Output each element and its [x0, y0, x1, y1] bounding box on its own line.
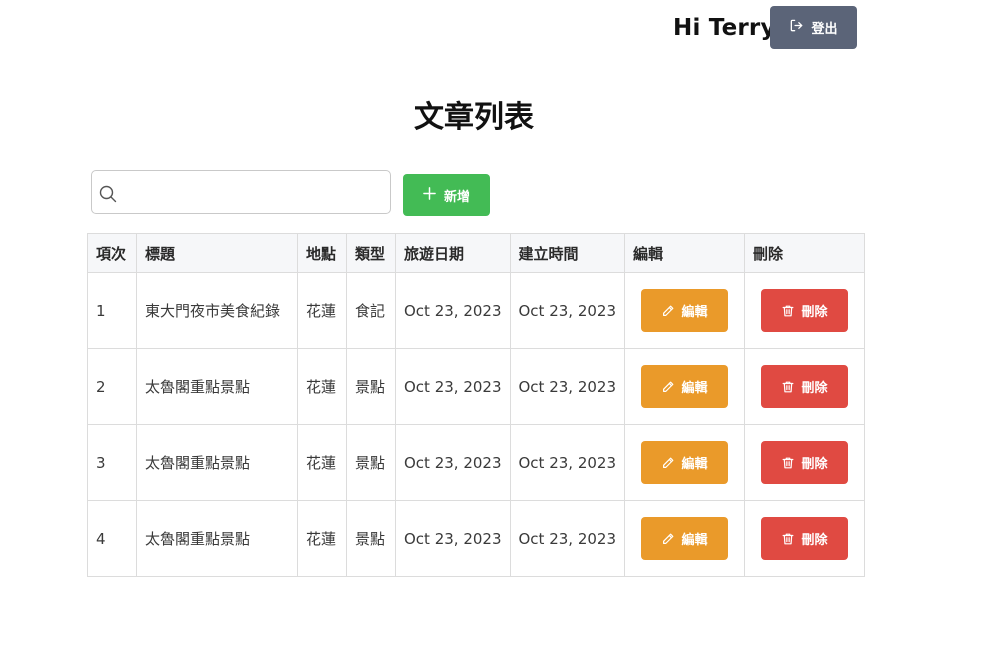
table-row: 4 太魯閣重點景點 花蓮 景點 Oct 23, 2023 Oct 23, 202…: [87, 500, 865, 577]
cell-travel-date: Oct 23, 2023: [395, 272, 511, 349]
delete-button[interactable]: 刪除: [761, 517, 848, 560]
edit-button[interactable]: 編輯: [641, 441, 728, 484]
edit-label: 編輯: [681, 305, 708, 320]
add-article-button[interactable]: 新增: [403, 174, 490, 216]
delete-button[interactable]: 刪除: [761, 289, 848, 332]
delete-label: 刪除: [801, 381, 828, 396]
plus-icon: [423, 186, 436, 204]
edit-button[interactable]: 編輯: [641, 365, 728, 408]
delete-label: 刪除: [801, 457, 828, 472]
table-row: 1 東大門夜市美食紀錄 花蓮 食記 Oct 23, 2023 Oct 23, 2…: [87, 272, 865, 349]
search-icon: [99, 185, 117, 203]
cell-location: 花蓮: [297, 424, 347, 501]
pencil-icon: [661, 304, 675, 318]
table-row: 2 太魯閣重點景點 花蓮 景點 Oct 23, 2023 Oct 23, 202…: [87, 348, 865, 425]
add-label: 新增: [443, 189, 470, 205]
articles-table: 項次 標題 地點 類型 旅遊日期 建立時間 編輯 刪除 1 東大門夜市美食紀錄 …: [87, 233, 865, 577]
pencil-icon: [661, 456, 675, 470]
cell-created-at: Oct 23, 2023: [509, 348, 625, 425]
trash-icon: [781, 304, 795, 318]
logout-icon: [789, 18, 804, 37]
page: Hi Terry 登出 文章列表 新增 項次 標題 地點 類型 旅遊日期 建立時…: [0, 0, 987, 668]
cell-created-at: Oct 23, 2023: [509, 500, 625, 577]
cell-index: 3: [87, 424, 137, 501]
cell-title: 太魯閣重點景點: [136, 500, 298, 577]
header-type: 類型: [346, 233, 396, 273]
search-box[interactable]: [91, 170, 391, 215]
cell-location: 花蓮: [297, 272, 347, 349]
cell-index: 4: [87, 500, 137, 577]
cell-type: 景點: [346, 500, 396, 577]
header-location: 地點: [297, 233, 347, 273]
delete-label: 刪除: [801, 305, 828, 320]
cell-location: 花蓮: [297, 348, 347, 425]
page-title: 文章列表: [414, 100, 534, 135]
cell-type: 食記: [346, 272, 396, 349]
cell-edit: 編輯: [624, 500, 745, 577]
cell-delete: 刪除: [744, 500, 865, 577]
trash-icon: [781, 456, 795, 470]
edit-button[interactable]: 編輯: [641, 517, 728, 560]
pencil-icon: [661, 380, 675, 394]
delete-label: 刪除: [801, 533, 828, 548]
cell-delete: 刪除: [744, 348, 865, 425]
table-header-row: 項次 標題 地點 類型 旅遊日期 建立時間 編輯 刪除: [87, 233, 865, 273]
search-input[interactable]: [122, 171, 391, 215]
trash-icon: [781, 380, 795, 394]
cell-travel-date: Oct 23, 2023: [395, 424, 511, 501]
cell-travel-date: Oct 23, 2023: [395, 500, 511, 577]
cell-title: 東大門夜市美食紀錄: [136, 272, 298, 349]
user-greeting: Hi Terry: [673, 15, 776, 41]
header-travel-date: 旅遊日期: [395, 233, 511, 273]
logout-label: 登出: [811, 22, 838, 37]
header-index: 項次: [87, 233, 137, 273]
cell-index: 1: [87, 272, 137, 349]
cell-delete: 刪除: [744, 424, 865, 501]
edit-label: 編輯: [681, 457, 708, 472]
cell-created-at: Oct 23, 2023: [509, 424, 625, 501]
cell-title: 太魯閣重點景點: [136, 348, 298, 425]
trash-icon: [781, 532, 795, 546]
cell-location: 花蓮: [297, 500, 347, 577]
table-row: 3 太魯閣重點景點 花蓮 景點 Oct 23, 2023 Oct 23, 202…: [87, 424, 865, 501]
cell-delete: 刪除: [744, 272, 865, 349]
cell-edit: 編輯: [624, 424, 745, 501]
cell-index: 2: [87, 348, 137, 425]
edit-label: 編輯: [681, 381, 708, 396]
pencil-icon: [661, 532, 675, 546]
cell-type: 景點: [346, 424, 396, 501]
edit-button[interactable]: 編輯: [641, 289, 728, 332]
edit-label: 編輯: [681, 533, 708, 548]
cell-travel-date: Oct 23, 2023: [395, 348, 511, 425]
header-edit: 編輯: [624, 233, 745, 273]
cell-title: 太魯閣重點景點: [136, 424, 298, 501]
header-delete: 刪除: [744, 233, 865, 273]
delete-button[interactable]: 刪除: [761, 365, 848, 408]
cell-created-at: Oct 23, 2023: [509, 272, 625, 349]
cell-edit: 編輯: [624, 348, 745, 425]
header-title: 標題: [136, 233, 298, 273]
cell-edit: 編輯: [624, 272, 745, 349]
cell-type: 景點: [346, 348, 396, 425]
header-created-at: 建立時間: [509, 233, 625, 273]
delete-button[interactable]: 刪除: [761, 441, 848, 484]
logout-button[interactable]: 登出: [770, 6, 857, 49]
